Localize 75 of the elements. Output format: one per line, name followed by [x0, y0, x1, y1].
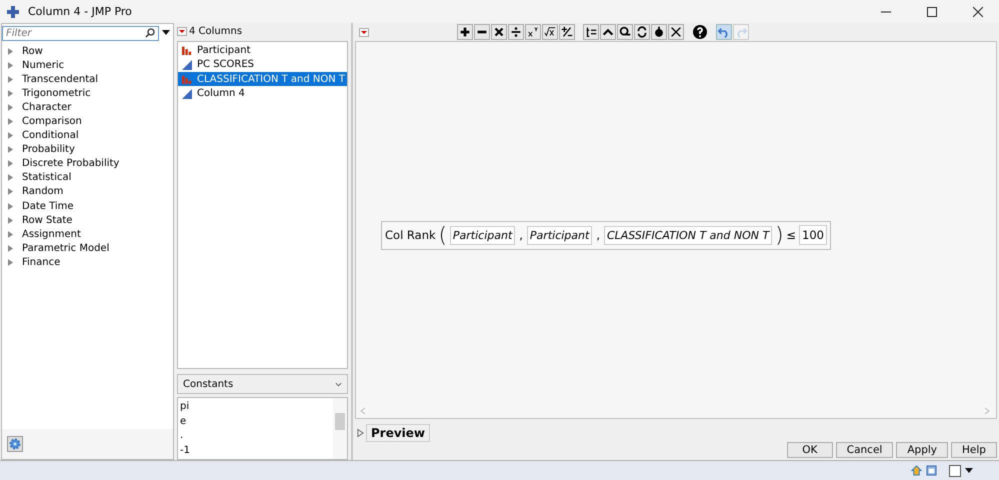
function-category[interactable]: Discrete Probability [2, 156, 173, 171]
expand-icon[interactable] [357, 428, 364, 438]
argument-slot[interactable]: Participant [450, 226, 516, 244]
comma: , [596, 228, 600, 242]
multiply-icon[interactable] [491, 24, 507, 40]
dropdown-icon[interactable] [965, 468, 973, 474]
dialog-button[interactable]: Apply [896, 442, 948, 458]
close-icon[interactable] [973, 6, 983, 16]
filter-field[interactable]: Filter [2, 26, 159, 40]
argument-slot[interactable]: Participant [526, 226, 592, 244]
power-icon[interactable] [525, 24, 541, 40]
assign-icon[interactable] [583, 24, 599, 40]
column-item[interactable]: Column 4 [178, 86, 347, 101]
function-category[interactable]: Finance [2, 255, 173, 270]
close-paren: ) [775, 224, 784, 246]
search-icon [145, 28, 155, 38]
comma: , [519, 228, 523, 242]
formula-expression[interactable]: Col Rank( Participant , Participant , CLASSIFICATION T and NON T )≤ 100 [381, 220, 831, 250]
function-name: Col Rank [385, 228, 436, 242]
column-item[interactable]: CLASSIFICATION T and NON T [178, 72, 347, 86]
triangle-icon [182, 88, 192, 99]
dialog-button[interactable]: Help [951, 442, 997, 458]
clear-icon[interactable] [668, 24, 684, 40]
function-category[interactable]: Assignment [2, 227, 173, 242]
dialog-button[interactable]: OK [786, 442, 833, 458]
gear-icon [9, 438, 21, 450]
column-item[interactable]: Participant [178, 42, 347, 58]
chevron-down-icon [335, 382, 342, 387]
maximize-icon[interactable] [927, 6, 937, 16]
settings-button[interactable] [7, 436, 23, 452]
divide-icon[interactable] [508, 24, 524, 40]
sign-icon[interactable] [559, 24, 575, 40]
window-icon[interactable] [926, 465, 937, 476]
function-category[interactable]: Random [2, 184, 173, 200]
function-category[interactable]: Comparison [2, 114, 173, 129]
color-swatch[interactable] [949, 464, 961, 476]
root-icon[interactable] [542, 24, 558, 40]
help-icon[interactable] [692, 24, 708, 40]
function-category[interactable]: Transcendental [2, 72, 173, 86]
function-category[interactable]: Parametric Model [2, 241, 173, 256]
function-category[interactable]: Row [2, 44, 173, 58]
function-category[interactable]: Statistical [2, 170, 173, 185]
constants-dropdown[interactable]: Constants [177, 374, 348, 394]
menu-triangle-icon[interactable] [359, 28, 369, 36]
constant-item[interactable]: . [180, 430, 333, 445]
app-icon [6, 4, 20, 18]
menu-triangle-icon[interactable] [177, 27, 187, 36]
function-category[interactable]: Trigonometric [2, 86, 173, 100]
window-title: Column 4 - JMP Pro [28, 5, 132, 18]
function-category[interactable]: Conditional [2, 128, 173, 143]
function-category[interactable]: Row State [2, 213, 173, 228]
function-category[interactable]: Date Time [2, 199, 173, 214]
constant-item[interactable]: e [180, 416, 333, 430]
columns-header: 4 Columns [189, 26, 242, 38]
value-slot[interactable]: 100 [799, 225, 827, 245]
function-category[interactable]: Probability [2, 142, 173, 157]
undo-icon[interactable] [716, 24, 732, 40]
triangle-icon [182, 60, 192, 70]
function-category[interactable]: Numeric [2, 58, 173, 72]
argument-slot[interactable]: CLASSIFICATION T and NON T [604, 226, 772, 244]
caret-icon[interactable] [600, 24, 616, 40]
plus-icon[interactable] [457, 24, 473, 40]
open-paren: ( [438, 224, 447, 246]
bar-chart-icon [182, 74, 192, 84]
dialog-button[interactable]: Cancel [836, 442, 894, 458]
constant-item[interactable]: -1 [180, 444, 333, 460]
preview-label[interactable]: Preview [366, 424, 430, 442]
constant-item[interactable]: pi [180, 401, 333, 416]
dropdown-icon[interactable] [162, 30, 170, 36]
bar-chart-icon [182, 45, 192, 56]
function-category[interactable]: Character [2, 100, 173, 114]
operator: ≤ [786, 228, 796, 242]
scrollbar[interactable] [333, 398, 347, 460]
column-item[interactable]: PC SCORES [178, 57, 347, 72]
minus-icon[interactable] [474, 24, 490, 40]
